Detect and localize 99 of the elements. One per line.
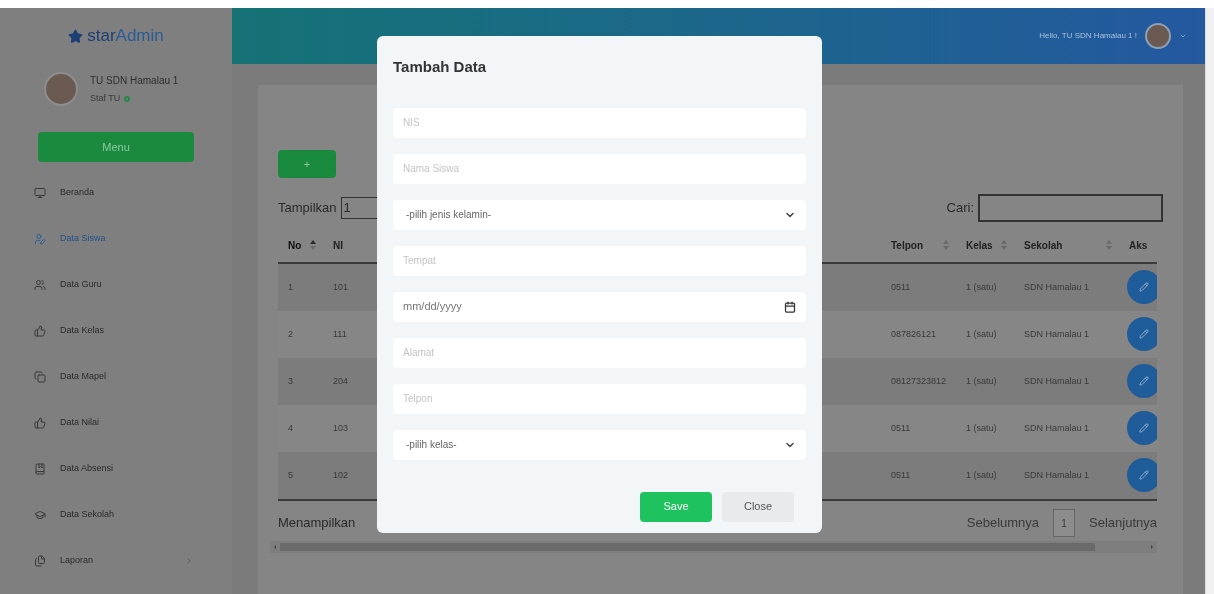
table-cell-text: 087826121 <box>890 327 938 341</box>
pencil-icon <box>1139 422 1149 433</box>
avatar-icon <box>44 72 78 106</box>
select-field[interactable]: -pilih jenis kelamin- <box>393 199 806 230</box>
text-field[interactable]: Tempat <box>393 245 806 276</box>
table-cell-text: SDN Hamalau 1 <box>1023 374 1091 388</box>
table-cell-text: 1 (satu) <box>965 327 998 341</box>
search-field[interactable] <box>978 194 1163 222</box>
sidebar-item[interactable]: Data Nilai <box>34 400 194 446</box>
edit-button[interactable] <box>1127 410 1157 445</box>
edit-button[interactable] <box>1127 269 1157 304</box>
next-link[interactable]: Selanjutnya <box>1089 513 1157 533</box>
table-cell-text: SDN Hamalau 1 <box>1023 421 1091 435</box>
table-cell-text: 0511 <box>890 468 912 482</box>
search-label: Cari: <box>946 199 974 218</box>
page-button[interactable]: 1 <box>1053 509 1076 537</box>
menu-button[interactable]: Menu <box>38 132 194 162</box>
user-role: Staf TU <box>90 91 121 105</box>
sidebar-item[interactable]: Data Mapel <box>34 354 194 400</box>
column-label: Sekolah <box>1024 238 1063 253</box>
column-header[interactable]: Sekolah <box>1014 237 1119 253</box>
brand-logo: starAdmin <box>87 25 164 48</box>
table-cell-text: 103 <box>332 421 350 435</box>
avatar-icon <box>1145 23 1171 49</box>
table-cell-text: 0511 <box>890 280 912 294</box>
column-header[interactable]: NI <box>323 237 377 253</box>
table-cell-text: 5 <box>287 468 294 482</box>
table-cell-text: 1 (satu) <box>965 468 998 482</box>
table-cell-text: SDN Hamalau 1 <box>1023 468 1091 482</box>
sort-icon <box>309 239 317 251</box>
calendar-icon <box>784 300 796 313</box>
menu-icon <box>34 463 46 475</box>
date-field[interactable]: mm/dd/yyyy <box>393 291 806 322</box>
show-label: Tampilkan <box>278 199 337 218</box>
menu-icon <box>34 555 46 567</box>
table-cell-text: SDN Hamalau 1 <box>1023 327 1091 341</box>
table-cell-text: 111 <box>332 327 348 341</box>
text-field[interactable]: Nama Siswa <box>393 153 806 184</box>
sort-icon <box>1000 239 1008 251</box>
text-field[interactable]: Telpon <box>393 383 806 414</box>
sidebar-item[interactable]: Data Siswa <box>34 216 194 262</box>
user-name: TU SDN Hamalau 1 <box>90 73 179 88</box>
menu-icon <box>34 187 46 199</box>
text-field[interactable]: Alamat <box>393 337 806 368</box>
menu-icon <box>34 325 46 337</box>
caret-icon[interactable] <box>1179 32 1187 40</box>
greeting-text: Hello, TU SDN Hamalau 1 ! <box>1039 30 1137 42</box>
sidebar-item[interactable]: Data Absensi <box>34 446 194 492</box>
table-cell-text: 1 (satu) <box>965 374 998 388</box>
menu-icon <box>34 233 46 245</box>
menu-icon <box>34 371 46 383</box>
previous-link[interactable]: Sebelumnya <box>966 513 1040 533</box>
add-button[interactable]: + <box>278 150 336 178</box>
sidebar-item[interactable]: Beranda <box>34 170 194 216</box>
table-cell-text: 2 <box>287 327 294 341</box>
menu-icon <box>34 509 46 521</box>
close-button[interactable]: Close <box>722 491 794 522</box>
table-cell-text: 102 <box>332 468 350 482</box>
sidebar-item[interactable]: Data Kelas <box>34 308 194 354</box>
column-header[interactable]: Kelas <box>956 237 1014 253</box>
table-cell-text: 204 <box>332 374 350 388</box>
sort-icon <box>1105 239 1113 251</box>
table-cell-text: 101 <box>332 280 350 294</box>
sidebar-item[interactable]: Data Sekolah <box>34 492 194 538</box>
column-label: Telpon <box>891 238 924 253</box>
column-label: No <box>288 238 302 253</box>
column-header[interactable]: Aks <box>1119 237 1157 253</box>
pencil-icon <box>1139 328 1149 339</box>
modal-title: Tambah Data <box>393 57 488 77</box>
column-header[interactable]: Telpon <box>881 237 956 253</box>
menu-icon <box>34 279 46 291</box>
horizontal-scrollbar[interactable] <box>270 541 1157 553</box>
table-info: Menampilkan <box>278 514 356 533</box>
save-button[interactable]: Save <box>640 491 712 522</box>
edit-button[interactable] <box>1127 316 1157 351</box>
table-cell-text: 0511 <box>890 421 912 435</box>
pencil-icon <box>1139 469 1149 480</box>
table-cell-text: 1 (satu) <box>965 280 998 294</box>
table-cell-text: SDN Hamalau 1 <box>1023 280 1091 294</box>
column-header[interactable]: No <box>278 237 323 253</box>
sort-icon <box>942 239 950 251</box>
table-cell-text: 08127323812 <box>890 374 948 388</box>
pencil-icon <box>1139 375 1149 386</box>
column-label: Aks <box>1129 238 1148 253</box>
column-label: NI <box>333 238 343 253</box>
edit-button[interactable] <box>1127 363 1157 398</box>
sidebar-item[interactable]: Data Guru <box>34 262 194 308</box>
menu-icon <box>34 417 46 429</box>
select-field[interactable]: -pilih kelas- <box>393 429 806 460</box>
vertical-scrollbar[interactable] <box>1205 8 1214 594</box>
text-field[interactable]: NIS <box>393 107 806 138</box>
star-icon <box>68 28 84 44</box>
pencil-icon <box>1139 281 1149 292</box>
table-cell-text: 4 <box>287 421 294 435</box>
table-cell-text: 1 (satu) <box>965 421 998 435</box>
sidebar-item[interactable]: Laporan <box>34 538 194 584</box>
table-cell-text: 1 <box>287 280 294 294</box>
edit-button[interactable] <box>1127 457 1157 492</box>
column-label: Kelas <box>966 238 993 253</box>
